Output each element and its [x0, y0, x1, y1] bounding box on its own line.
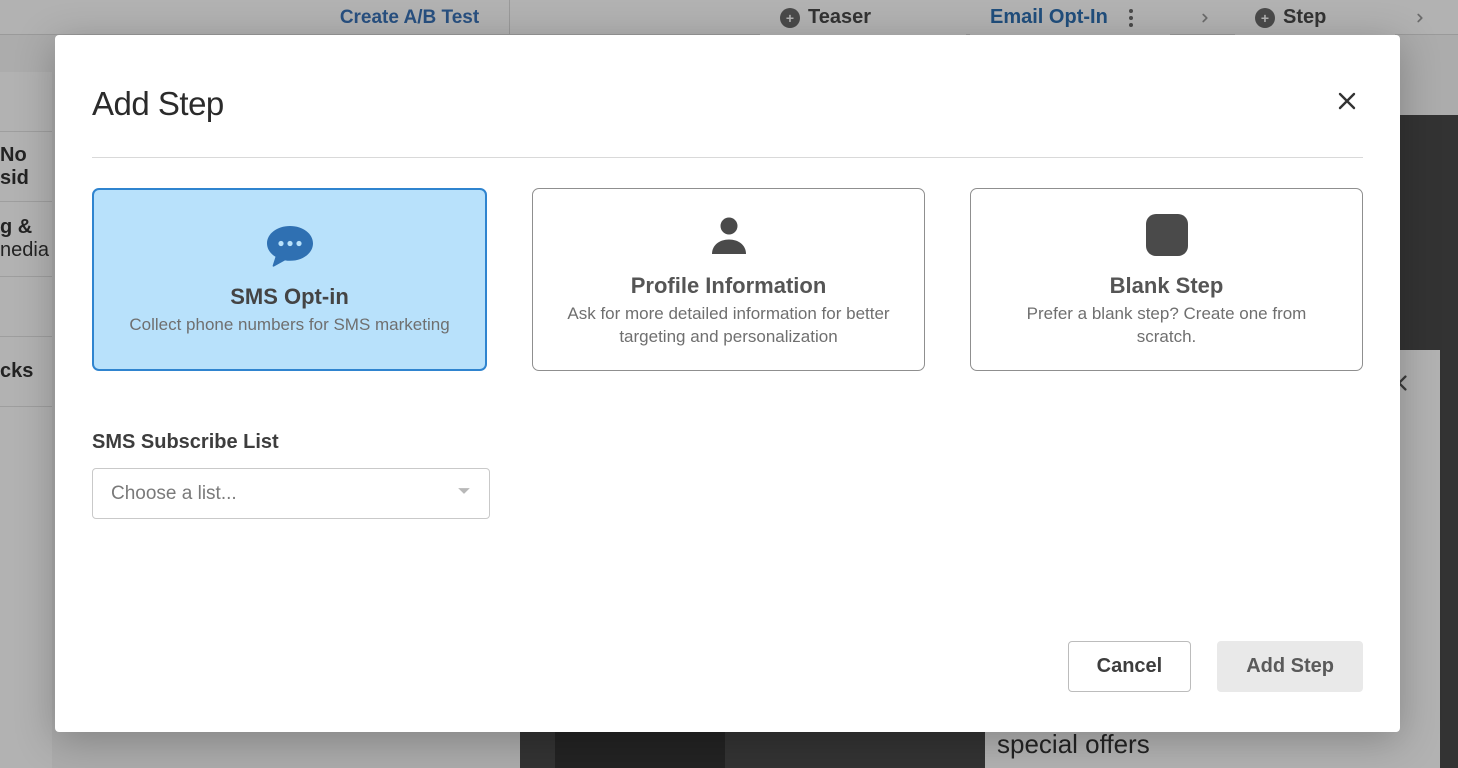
sms-subscribe-list-field: SMS Subscribe List Choose a list... [92, 431, 490, 519]
person-icon [708, 211, 750, 259]
option-sms-opt-in[interactable]: SMS Opt-in Collect phone numbers for SMS… [92, 188, 487, 371]
option-desc: Prefer a blank step? Create one from scr… [999, 303, 1334, 349]
cancel-button[interactable]: Cancel [1068, 641, 1192, 692]
sms-subscribe-list-select[interactable]: Choose a list... [92, 468, 490, 519]
modal-actions: Cancel Add Step [92, 641, 1363, 692]
modal-title: Add Step [92, 85, 224, 123]
field-label: SMS Subscribe List [92, 431, 490, 454]
chevron-down-icon [457, 484, 471, 503]
option-blank-step[interactable]: Blank Step Prefer a blank step? Create o… [970, 188, 1363, 371]
option-title: SMS Opt-in [230, 284, 349, 310]
option-desc: Collect phone numbers for SMS marketing [129, 314, 449, 337]
option-title: Blank Step [1110, 273, 1224, 299]
add-step-modal: Add Step SMS Opt-in Collect phone number… [55, 35, 1400, 732]
close-icon [1335, 101, 1359, 116]
option-title: Profile Information [631, 273, 827, 299]
select-placeholder: Choose a list... [111, 483, 237, 505]
speech-bubble-icon [265, 222, 315, 270]
option-profile-information[interactable]: Profile Information Ask for more detaile… [532, 188, 925, 371]
add-step-button[interactable]: Add Step [1217, 641, 1363, 692]
square-icon [1145, 211, 1189, 259]
step-options: SMS Opt-in Collect phone numbers for SMS… [92, 188, 1363, 371]
option-desc: Ask for more detailed information for be… [561, 303, 896, 349]
close-button[interactable] [1331, 85, 1363, 120]
divider [92, 157, 1363, 158]
